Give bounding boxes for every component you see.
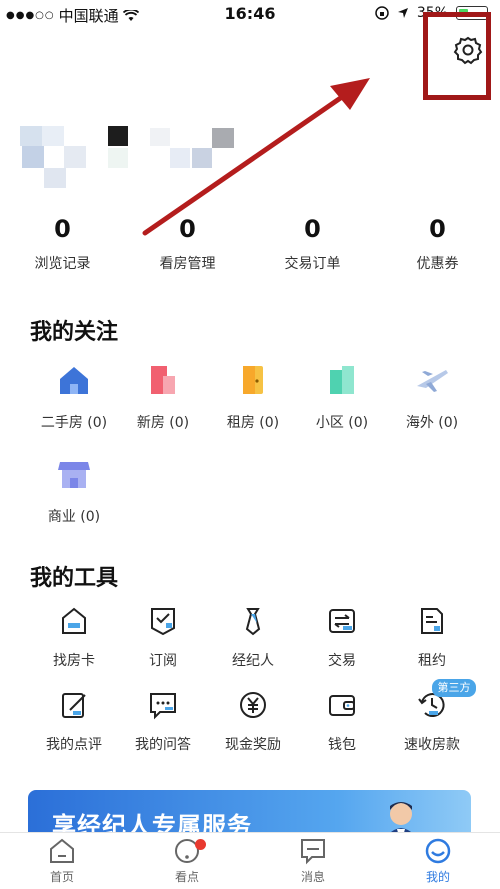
follow-item-newhouse[interactable]: 新房 (0) — [118, 362, 208, 432]
tool-my-reviews[interactable]: 我的点评 — [29, 690, 119, 754]
location-icon — [397, 8, 408, 18]
plane-icon — [417, 370, 448, 392]
follow-item-secondhand[interactable]: 二手房 (0) — [29, 362, 119, 432]
tool-cash-reward[interactable]: 现金奖励 — [208, 690, 298, 754]
follow-item-community[interactable]: 小区 (0) — [297, 362, 387, 432]
community-icon — [330, 366, 354, 394]
follow-item-commercial[interactable]: 商业 (0) — [29, 456, 119, 526]
stat-orders[interactable]: 0 交易订单 — [250, 213, 375, 273]
stat-browse-history[interactable]: 0 浏览记录 — [0, 213, 125, 273]
bottom-tab-bar: 首页 看点 消息 我的 — [0, 832, 500, 889]
building-icon — [151, 366, 175, 394]
tool-wallet[interactable]: 钱包 — [297, 690, 387, 754]
tab-home[interactable]: 首页 — [12, 837, 112, 885]
screen: { "status_bar": {"carrier": "中国联通", "tim… — [0, 0, 500, 889]
notification-dot — [195, 839, 206, 850]
third-party-badge: 第三方 — [432, 679, 476, 697]
house-icon — [60, 367, 88, 394]
qa-icon — [150, 693, 176, 720]
review-icon — [62, 693, 86, 718]
home-icon — [50, 838, 74, 863]
door-icon — [243, 366, 263, 394]
stats-row: 0 浏览记录 0 看房管理 0 交易订单 0 优惠券 — [0, 213, 500, 273]
stat-viewing-management[interactable]: 0 看房管理 — [125, 213, 250, 273]
subscribe-icon — [151, 608, 175, 636]
tool-agent[interactable]: 经纪人 — [208, 606, 298, 670]
follow-item-rent[interactable]: 租房 (0) — [208, 362, 298, 432]
lease-icon — [421, 608, 443, 634]
section-title-tools: 我的工具 — [30, 566, 119, 591]
tab-discover[interactable]: 看点 — [137, 837, 237, 885]
tie-icon — [245, 608, 261, 636]
highlight-box — [423, 12, 491, 100]
tool-house-card[interactable]: 找房卡 — [29, 606, 119, 670]
rotation-lock-icon — [375, 6, 389, 20]
section-title-follow: 我的关注 — [30, 320, 119, 345]
tool-my-qa[interactable]: 我的问答 — [118, 690, 208, 754]
profile-icon — [425, 838, 451, 864]
exchange-icon — [329, 609, 355, 633]
message-icon — [301, 839, 325, 865]
stat-coupons[interactable]: 0 优惠券 — [375, 213, 500, 273]
house-card-icon — [62, 607, 86, 634]
tool-subscribe[interactable]: 订阅 — [118, 606, 208, 670]
tool-transaction[interactable]: 交易 — [297, 606, 387, 670]
tab-mine[interactable]: 我的 — [388, 837, 488, 885]
wallet-icon — [329, 695, 355, 716]
tool-lease[interactable]: 租约 — [387, 606, 477, 670]
follow-item-overseas[interactable]: 海外 (0) — [387, 362, 477, 432]
tab-messages[interactable]: 消息 — [263, 837, 363, 885]
cash-icon — [240, 692, 266, 718]
tool-quick-payment[interactable]: 速收房款 — [387, 690, 477, 754]
shop-icon — [58, 462, 90, 488]
